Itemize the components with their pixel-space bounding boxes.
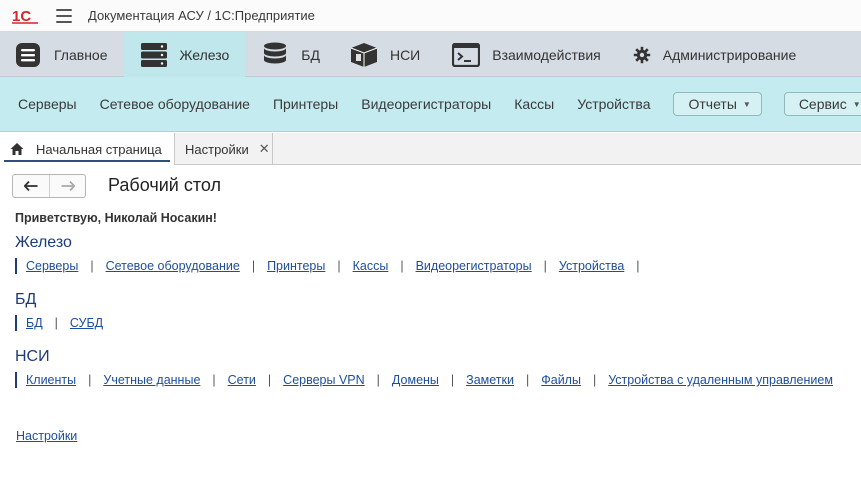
commands-panel: Серверы Сетевое оборудование Принтеры Ви… (0, 77, 861, 132)
link-devices[interactable]: Устройства (559, 259, 624, 273)
section-label: БД (301, 46, 320, 63)
link-vpn-servers[interactable]: Серверы VPN (283, 373, 365, 387)
reports-label: Отчеты (688, 96, 737, 112)
link-domains[interactable]: Домены (392, 373, 439, 387)
cmd-printers[interactable]: Принтеры (273, 96, 338, 112)
main-menu-icon[interactable] (56, 8, 72, 23)
cmd-servers[interactable]: Серверы (18, 96, 77, 112)
section-label: Главное (54, 46, 108, 63)
database-icon (261, 41, 289, 69)
link-network-equipment[interactable]: Сетевое оборудование (106, 259, 240, 273)
link-printers[interactable]: Принтеры (267, 259, 325, 273)
tab-settings[interactable]: Настройки ✕ (175, 133, 273, 165)
link-cash-registers[interactable]: Кассы (353, 259, 389, 273)
separator: | (88, 373, 92, 387)
server-icon (140, 41, 168, 69)
tab-home-page[interactable]: Начальная страница (0, 133, 175, 165)
separator: | (543, 259, 547, 273)
link-video-recorders[interactable]: Видеорегистраторы (416, 259, 532, 273)
link-credentials[interactable]: Учетные данные (103, 373, 200, 387)
separator: | (636, 259, 640, 273)
link-row-db: БД | СУБД (15, 315, 103, 331)
section-main[interactable]: Главное (0, 32, 124, 77)
group-title-db: БД (15, 291, 37, 308)
link-db[interactable]: БД (26, 316, 43, 330)
separator: | (251, 259, 256, 273)
group-bar (15, 315, 17, 331)
section-interactions[interactable]: Взаимодействия (436, 32, 617, 77)
separator: | (592, 373, 597, 387)
cmd-cash-registers[interactable]: Кассы (514, 96, 554, 112)
link-remote-devices[interactable]: Устройства с удаленным управлением (608, 373, 833, 387)
cmd-video-recorders[interactable]: Видеорегистраторы (361, 96, 491, 112)
chevron-down-icon: ▼ (852, 99, 861, 109)
close-icon[interactable]: ✕ (259, 141, 270, 157)
separator: | (54, 316, 58, 330)
group-bar (15, 372, 17, 388)
box-icon (350, 41, 378, 69)
service-button[interactable]: Сервис ▼ (783, 92, 861, 116)
link-row-nsi: Клиенты | Учетные данные | Сети | Сервер… (15, 372, 833, 388)
separator: | (525, 373, 530, 387)
tab-label: Начальная страница (36, 141, 162, 157)
link-servers[interactable]: Серверы (26, 259, 78, 273)
page-title: Рабочий стол (108, 175, 221, 195)
group-title-hardware: Железо (15, 234, 72, 251)
separator: | (90, 259, 94, 273)
section-label: Железо (179, 46, 230, 63)
home-icon (10, 142, 24, 156)
hamburger-icon (14, 41, 42, 69)
gear-icon (633, 41, 651, 69)
section-administration[interactable]: Администрирование (617, 32, 813, 77)
reports-button[interactable]: Отчеты ▼ (673, 92, 762, 116)
section-db[interactable]: БД (245, 32, 336, 77)
group-title-nsi: НСИ (15, 348, 50, 365)
open-tabs-bar: Начальная страница Настройки ✕ (0, 133, 861, 165)
sections-panel: Главное Железо БД НСИ Взаимодействия Адм… (0, 32, 861, 77)
chevron-down-icon: ▼ (742, 99, 751, 109)
separator: | (400, 259, 404, 273)
cmd-devices[interactable]: Устройства (577, 96, 650, 112)
link-clients[interactable]: Клиенты (26, 373, 76, 387)
back-button[interactable] (13, 175, 49, 197)
group-bar (15, 258, 17, 274)
link-dbms[interactable]: СУБД (70, 316, 103, 330)
section-hardware[interactable]: Железо (123, 32, 246, 77)
1c-logo-icon[interactable]: 1C (12, 6, 42, 26)
separator: | (337, 259, 341, 273)
terminal-icon (452, 41, 481, 69)
history-nav (12, 174, 86, 198)
link-networks[interactable]: Сети (228, 373, 256, 387)
separator: | (376, 373, 380, 387)
link-notes[interactable]: Заметки (466, 373, 514, 387)
service-label: Сервис (798, 96, 847, 112)
section-label: Взаимодействия (492, 46, 601, 63)
title-bar: 1C Документация АСУ / 1С:Предприятие (0, 0, 861, 32)
separator: | (212, 373, 216, 387)
greeting-text: Приветствую, Николай Носакин! (15, 211, 217, 225)
section-nsi[interactable]: НСИ (336, 32, 436, 77)
separator: | (450, 373, 455, 387)
link-row-hardware: Серверы | Сетевое оборудование | Принтер… (15, 258, 652, 274)
window-title: Документация АСУ / 1С:Предприятие (88, 8, 315, 23)
cmd-network-equipment[interactable]: Сетевое оборудование (100, 96, 250, 112)
separator: | (267, 373, 272, 387)
link-files[interactable]: Файлы (541, 373, 581, 387)
settings-link[interactable]: Настройки (16, 429, 77, 443)
forward-button[interactable] (49, 175, 85, 197)
main-content: Рабочий стол Приветствую, Николай Носаки… (0, 166, 861, 480)
section-label: НСИ (389, 46, 421, 63)
tab-label: Настройки (185, 141, 249, 157)
section-label: Администрирование (662, 46, 797, 63)
